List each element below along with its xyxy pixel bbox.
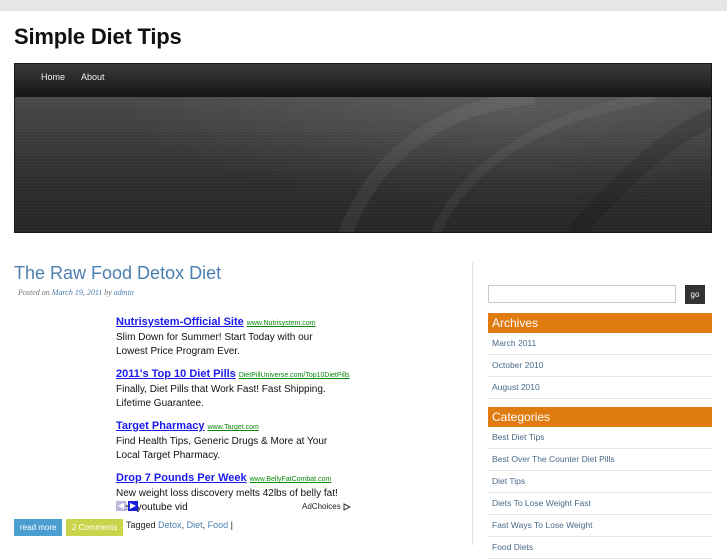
post-author-link[interactable]: admin	[114, 288, 134, 297]
ad-headline[interactable]: Nutrisystem-Official Site	[116, 316, 244, 328]
ad-description: Slim Down for Summer! Start Today with o…	[116, 332, 313, 357]
categories-list: Best Diet Tips Best Over The Counter Die…	[488, 427, 712, 559]
ad-block: Nutrisystem-Official Site www.Nutrisystem…	[116, 312, 356, 520]
ad-url[interactable]: DietPillUniverse.com/Top10DietPills	[239, 372, 350, 379]
ad-prev-arrow-icon[interactable]: ◀	[116, 501, 126, 511]
ad-url[interactable]: www.Nutrisystem.com	[247, 320, 316, 327]
tagged-label: Tagged	[126, 520, 156, 530]
sidebar-divider	[472, 262, 473, 545]
adchoices-icon	[343, 503, 352, 511]
site-title[interactable]: Simple Diet Tips	[14, 24, 182, 50]
ad-description: Find Health Tips, Generic Drugs & More a…	[116, 436, 328, 461]
ad-next-arrow-icon[interactable]: ▶	[128, 501, 138, 511]
ad-headline[interactable]: Drop 7 Pounds Per Week	[116, 472, 247, 484]
category-link[interactable]: Food Diets	[488, 537, 712, 559]
archives-list: March 2011 October 2010 August 2010	[488, 333, 712, 399]
ad-headline[interactable]: 2011's Top 10 Diet Pills	[116, 368, 236, 380]
comments-button[interactable]: 2 Comments	[66, 519, 124, 536]
search-go-button[interactable]: go	[685, 285, 705, 304]
tag-link[interactable]: Detox	[158, 520, 182, 530]
top-strip	[0, 0, 727, 11]
search-input[interactable]	[488, 285, 676, 303]
ad-url[interactable]: www.Target.com	[207, 424, 258, 431]
category-link[interactable]: Fast Ways To Lose Weight	[488, 515, 712, 537]
ad-url[interactable]: www.BellyFatCombat.com	[250, 476, 332, 483]
tag-link[interactable]: Food	[208, 520, 229, 530]
read-more-button[interactable]: read more	[14, 519, 63, 536]
tag-link[interactable]: Diet	[187, 520, 203, 530]
categories-widget: Categories Best Diet Tips Best Over The …	[488, 407, 712, 559]
post-date-link[interactable]: March 19, 2011	[52, 288, 102, 297]
archive-link[interactable]: October 2010	[488, 355, 712, 377]
ad-item: Nutrisystem-Official Site www.Nutrisystem…	[116, 312, 356, 359]
nav-home[interactable]: Home	[41, 72, 65, 82]
banner-texture	[338, 97, 711, 232]
header-banner: Home About	[14, 63, 712, 233]
category-link[interactable]: Best Over The Counter Diet Pills	[488, 449, 712, 471]
ad-headline[interactable]: Target Pharmacy	[116, 420, 204, 432]
archive-link[interactable]: August 2010	[488, 377, 712, 399]
post-tags: Tagged Detox, Diet, Food |	[126, 520, 233, 530]
ad-item: Target Pharmacy www.Target.com Find Healt…	[116, 416, 356, 463]
post-title[interactable]: The Raw Food Detox Diet	[14, 263, 221, 284]
by-label: by	[104, 288, 112, 297]
main-nav: Home About	[15, 64, 711, 97]
nav-about[interactable]: About	[81, 72, 105, 82]
ad-description: Finally, Diet Pills that Work Fast! Fast…	[116, 384, 326, 409]
category-link[interactable]: Best Diet Tips	[488, 427, 712, 449]
categories-title: Categories	[488, 407, 712, 427]
banner-image	[15, 97, 711, 232]
archives-widget: Archives March 2011 October 2010 August …	[488, 313, 712, 399]
category-link[interactable]: Diet Tips	[488, 471, 712, 493]
post-meta: Posted on March 19, 2011 by admin	[18, 288, 134, 297]
ad-navigation: ◀ ▶	[116, 501, 140, 519]
posted-on-label: Posted on	[18, 288, 50, 297]
archive-link[interactable]: March 2011	[488, 333, 712, 355]
archives-title: Archives	[488, 313, 712, 333]
category-link[interactable]: Diets To Lose Weight Fast	[488, 493, 712, 515]
ad-item: 2011's Top 10 Diet Pills DietPillUniverse…	[116, 364, 356, 411]
adchoices-link[interactable]: AdChoices	[302, 502, 352, 511]
